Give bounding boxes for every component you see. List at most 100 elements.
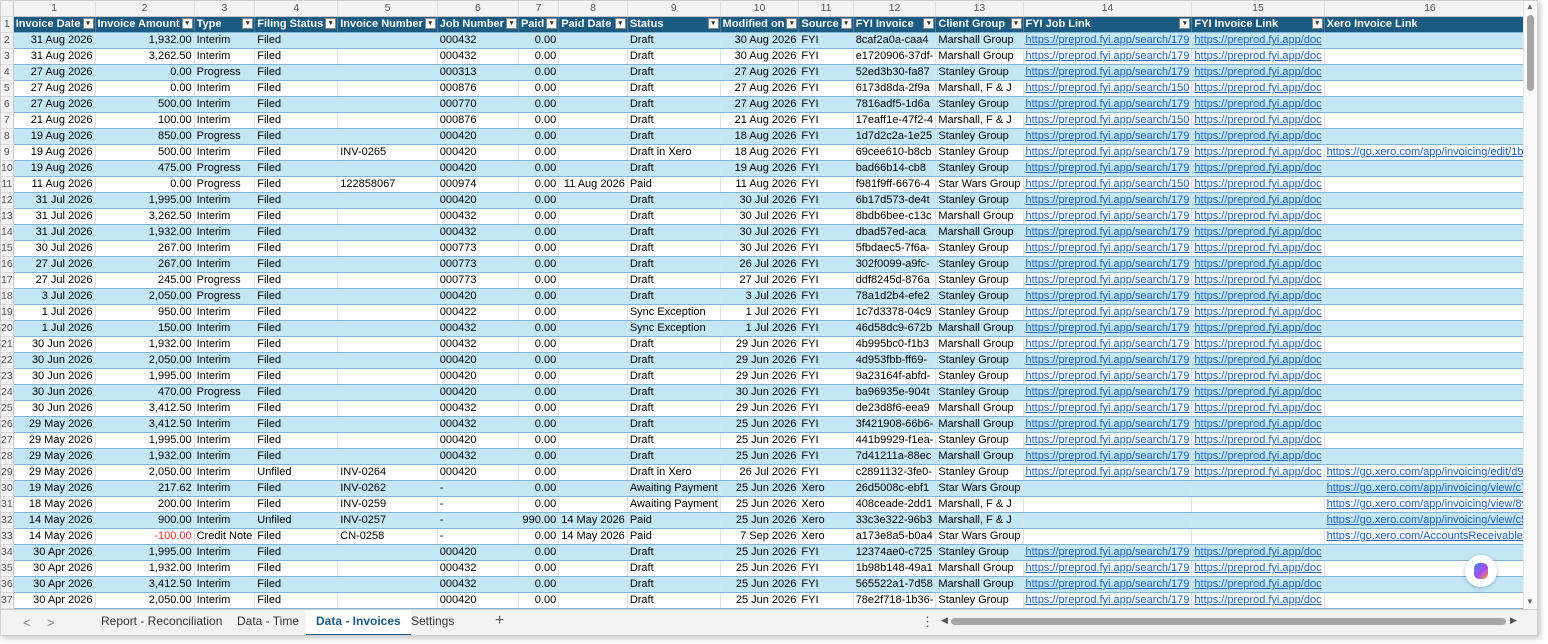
paid-cell[interactable]: 0.00 xyxy=(518,496,560,513)
paid-cell[interactable]: 0.00 xyxy=(518,144,560,161)
paid-cell[interactable]: 0.00 xyxy=(518,32,560,49)
row-number[interactable]: 12 xyxy=(1,192,14,209)
client-group-cell[interactable]: Marshall Group xyxy=(935,416,1024,433)
invoice-date-cell[interactable]: 1 Jul 2026 xyxy=(13,320,96,337)
invoice-number-cell[interactable] xyxy=(337,544,438,561)
filter-dropdown-icon[interactable]: ▾ xyxy=(614,18,626,29)
filing-status-cell[interactable]: Filed xyxy=(254,560,339,577)
fyi-job-link-cell[interactable]: https://preprod.fyi.app/search/179 xyxy=(1023,576,1193,593)
fyi-invoice-cell[interactable]: bad66b14-cb8 xyxy=(853,160,937,177)
fyi-invoice-link-cell[interactable]: https://preprod.fyi.app/doc xyxy=(1191,288,1325,305)
type-cell[interactable]: Interim xyxy=(194,480,256,497)
filing-status-cell[interactable]: Filed xyxy=(254,32,339,49)
client-group-cell[interactable]: Stanley Group xyxy=(935,160,1024,177)
source-cell[interactable]: Xero xyxy=(798,528,854,545)
filing-status-cell[interactable]: Filed xyxy=(254,336,339,353)
source-cell[interactable]: FYI xyxy=(798,544,854,561)
row-number[interactable]: 20 xyxy=(1,320,14,337)
invoice-date-cell[interactable]: 31 Aug 2026 xyxy=(13,48,96,65)
fyi-job-link-cell[interactable] xyxy=(1023,496,1193,513)
filing-status-cell[interactable]: Filed xyxy=(254,320,339,337)
type-cell[interactable]: Progress xyxy=(194,176,256,193)
fyi-invoice-link-cell[interactable]: https://preprod.fyi.app/doc xyxy=(1191,416,1325,433)
invoice-date-cell[interactable]: 30 Apr 2026 xyxy=(13,576,96,593)
paid-date-cell[interactable] xyxy=(558,128,628,145)
status-cell[interactable]: Awaiting Payment xyxy=(627,480,721,497)
column-header[interactable]: Paid ▾ xyxy=(518,16,560,33)
invoice-number-cell[interactable]: INV-0257 xyxy=(337,512,438,529)
modified-on-cell[interactable]: 25 Jun 2026 xyxy=(720,560,800,577)
job-number-cell[interactable]: 000773 xyxy=(437,240,519,257)
invoice-date-cell[interactable]: 29 May 2026 xyxy=(13,432,96,449)
invoice-date-cell[interactable]: 14 May 2026 xyxy=(13,528,96,545)
row-number[interactable]: 33 xyxy=(1,528,14,545)
client-group-cell[interactable]: Stanley Group xyxy=(935,192,1024,209)
scroll-right-icon[interactable]: ▶ xyxy=(1510,615,1517,626)
invoice-date-cell[interactable]: 30 Apr 2026 xyxy=(13,544,96,561)
filing-status-cell[interactable]: Filed xyxy=(254,240,339,257)
modified-on-cell[interactable]: 1 Jul 2026 xyxy=(720,320,800,337)
fyi-invoice-cell[interactable]: f981f9ff-6676-4 xyxy=(853,176,937,193)
type-cell[interactable]: Interim xyxy=(194,304,256,321)
client-group-cell[interactable]: Stanley Group xyxy=(935,128,1024,145)
fyi-job-link-cell[interactable]: https://preprod.fyi.app/search/179 xyxy=(1023,384,1193,401)
source-cell[interactable]: FYI xyxy=(798,320,854,337)
column-header[interactable]: Paid Date ▾ xyxy=(558,16,628,33)
type-cell[interactable]: Interim xyxy=(194,32,256,49)
row-number[interactable]: 15 xyxy=(1,240,14,257)
paid-cell[interactable]: 0.00 xyxy=(518,192,560,209)
client-group-cell[interactable]: Stanley Group xyxy=(935,64,1024,81)
job-number-cell[interactable]: 000432 xyxy=(437,32,519,49)
paid-date-cell[interactable] xyxy=(558,368,628,385)
type-cell[interactable]: Interim xyxy=(194,352,256,369)
client-group-cell[interactable]: Marshall, F & J xyxy=(935,112,1024,129)
fyi-invoice-link-cell[interactable]: https://preprod.fyi.app/doc xyxy=(1191,256,1325,273)
job-number-cell[interactable]: - xyxy=(437,480,519,497)
row-number[interactable]: 28 xyxy=(1,448,14,465)
fyi-invoice-cell[interactable]: dbad57ed-aca xyxy=(853,224,937,241)
status-cell[interactable]: Draft xyxy=(627,112,721,129)
modified-on-cell[interactable]: 25 Jun 2026 xyxy=(720,416,800,433)
status-cell[interactable]: Draft xyxy=(627,48,721,65)
row-number[interactable]: 17 xyxy=(1,272,14,289)
type-cell[interactable]: Interim xyxy=(194,416,256,433)
fyi-invoice-cell[interactable]: 17eaff1e-47f2-4 xyxy=(853,112,937,129)
paid-cell[interactable]: 0.00 xyxy=(518,384,560,401)
status-cell[interactable]: Draft xyxy=(627,192,721,209)
xero-invoice-link-cell[interactable] xyxy=(1324,224,1523,241)
job-number-cell[interactable]: 000432 xyxy=(437,448,519,465)
client-group-cell[interactable]: Marshall Group xyxy=(935,400,1024,417)
invoice-amount-cell[interactable]: -100.00 xyxy=(95,528,195,545)
source-cell[interactable]: FYI xyxy=(798,192,854,209)
row-number[interactable]: 16 xyxy=(1,256,14,273)
horizontal-scrollbar[interactable]: ◀ ▶ xyxy=(941,615,1517,626)
invoice-number-cell[interactable] xyxy=(337,416,438,433)
copilot-button[interactable] xyxy=(1465,555,1497,587)
client-group-cell[interactable]: Marshall Group xyxy=(935,560,1024,577)
fyi-job-link-cell[interactable]: https://preprod.fyi.app/search/179 xyxy=(1023,336,1193,353)
filing-status-cell[interactable]: Filed xyxy=(254,48,339,65)
status-cell[interactable]: Draft xyxy=(627,64,721,81)
paid-date-cell[interactable] xyxy=(558,384,628,401)
modified-on-cell[interactable]: 25 Jun 2026 xyxy=(720,480,800,497)
paid-cell[interactable]: 0.00 xyxy=(518,592,560,609)
fyi-invoice-cell[interactable]: 46d58dc9-672b xyxy=(853,320,937,337)
fyi-invoice-link-cell[interactable]: https://preprod.fyi.app/doc xyxy=(1191,368,1325,385)
row-number[interactable]: 34 xyxy=(1,544,14,561)
invoice-number-cell[interactable] xyxy=(337,384,438,401)
invoice-date-cell[interactable]: 1 Jul 2026 xyxy=(13,304,96,321)
invoice-amount-cell[interactable]: 1,932.00 xyxy=(95,560,195,577)
row-number[interactable]: 25 xyxy=(1,400,14,417)
invoice-number-cell[interactable] xyxy=(337,288,438,305)
fyi-invoice-cell[interactable]: 78e2f718-1b36- xyxy=(853,592,937,609)
modified-on-cell[interactable]: 25 Jun 2026 xyxy=(720,496,800,513)
paid-date-cell[interactable] xyxy=(558,288,628,305)
fyi-invoice-link-cell[interactable]: https://preprod.fyi.app/doc xyxy=(1191,320,1325,337)
source-cell[interactable]: FYI xyxy=(798,272,854,289)
xero-invoice-link-cell[interactable] xyxy=(1324,384,1523,401)
status-cell[interactable]: Draft xyxy=(627,592,721,609)
invoice-amount-cell[interactable]: 3,262.50 xyxy=(95,208,195,225)
client-group-cell[interactable]: Stanley Group xyxy=(935,432,1024,449)
type-cell[interactable]: Progress xyxy=(194,272,256,289)
fyi-job-link-cell[interactable]: https://preprod.fyi.app/search/179 xyxy=(1023,592,1193,609)
